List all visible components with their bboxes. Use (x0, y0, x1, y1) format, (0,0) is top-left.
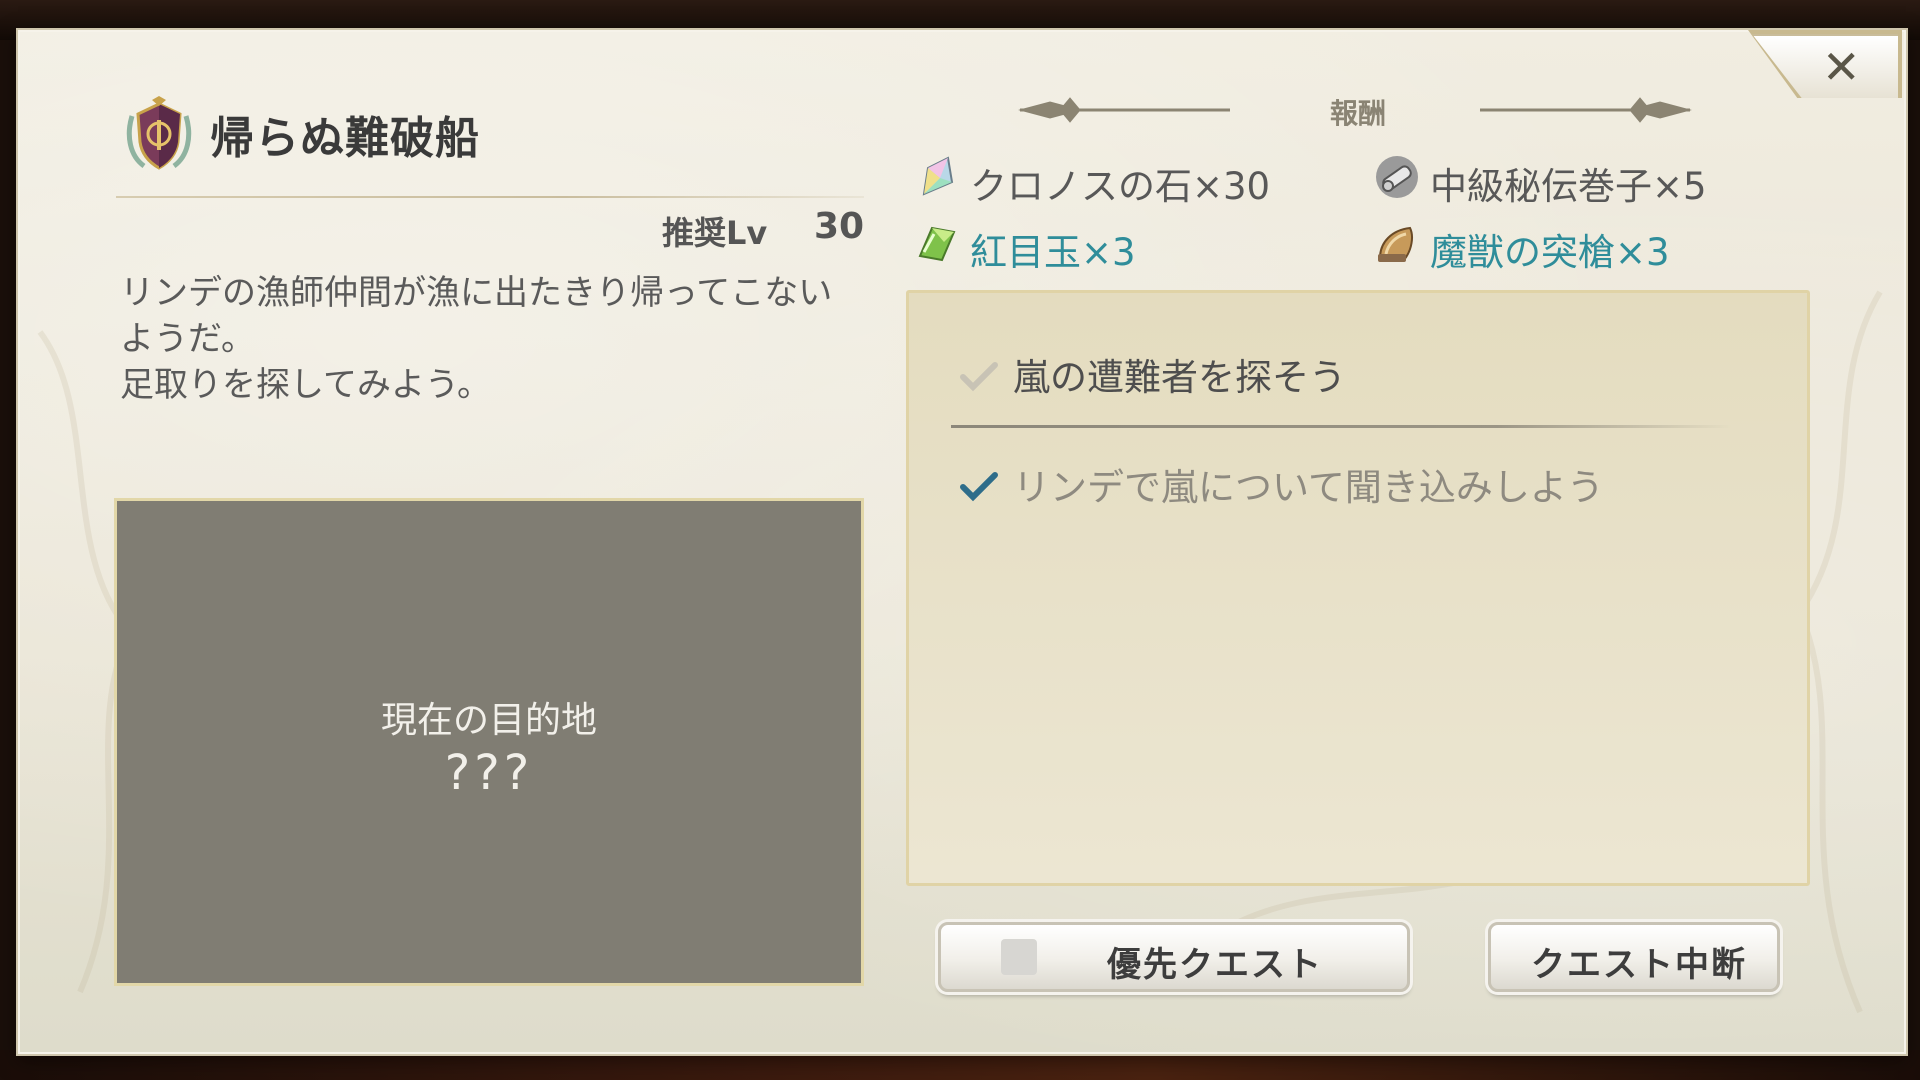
rewards-title: 報酬 (1329, 97, 1386, 130)
chronos-stone-icon (922, 156, 954, 196)
quest-description: リンデの漁師仲間が漁に出たきり帰ってこない ようだ。 足取りを探してみよう。 (120, 273, 833, 405)
intermediate-scroll-icon (1376, 156, 1418, 198)
objectives-panel: 嵐の遭難者を探そう リンデで嵐について聞き込みしよう (906, 290, 1810, 886)
check-icon (960, 472, 998, 502)
red-eye-gem-icon (918, 226, 956, 262)
recommended-level-value: 30 (814, 206, 865, 247)
reward-text: クロノスの石×30 (970, 165, 1271, 208)
reward-text: 紅目玉×3 (970, 231, 1136, 274)
destination-label: 現在の目的地 (380, 700, 597, 741)
quest-emblem-icon (126, 96, 192, 170)
abort-quest-button[interactable]: クエスト中断 (1488, 922, 1780, 992)
check-icon (960, 362, 998, 392)
destination-value: ??? (444, 745, 534, 801)
priority-quest-label: 優先クエスト (1107, 945, 1323, 985)
objective-divider (951, 425, 1731, 428)
recommended-level-label: 推奨Lv (662, 214, 768, 252)
close-icon: ✕ (1822, 40, 1861, 94)
reward-text: 魔獣の突槍×3 (1430, 231, 1670, 274)
beast-horn-icon (1378, 226, 1413, 262)
objective-text: 嵐の遭難者を探そう (1013, 356, 1346, 399)
reward-text: 中級秘伝巻子×5 (1430, 165, 1707, 208)
quest-title: 帰らぬ難破船 (210, 113, 480, 164)
priority-quest-button[interactable]: 優先クエスト (938, 922, 1410, 992)
objective-text: リンデで嵐について聞き込みしよう (1013, 466, 1604, 509)
destination-map: 現在の目的地 ??? (114, 498, 864, 986)
priority-checkbox[interactable] (1001, 939, 1037, 975)
title-divider (116, 196, 864, 198)
background-bottom (0, 1050, 1920, 1080)
abort-quest-label: クエスト中断 (1531, 945, 1747, 985)
